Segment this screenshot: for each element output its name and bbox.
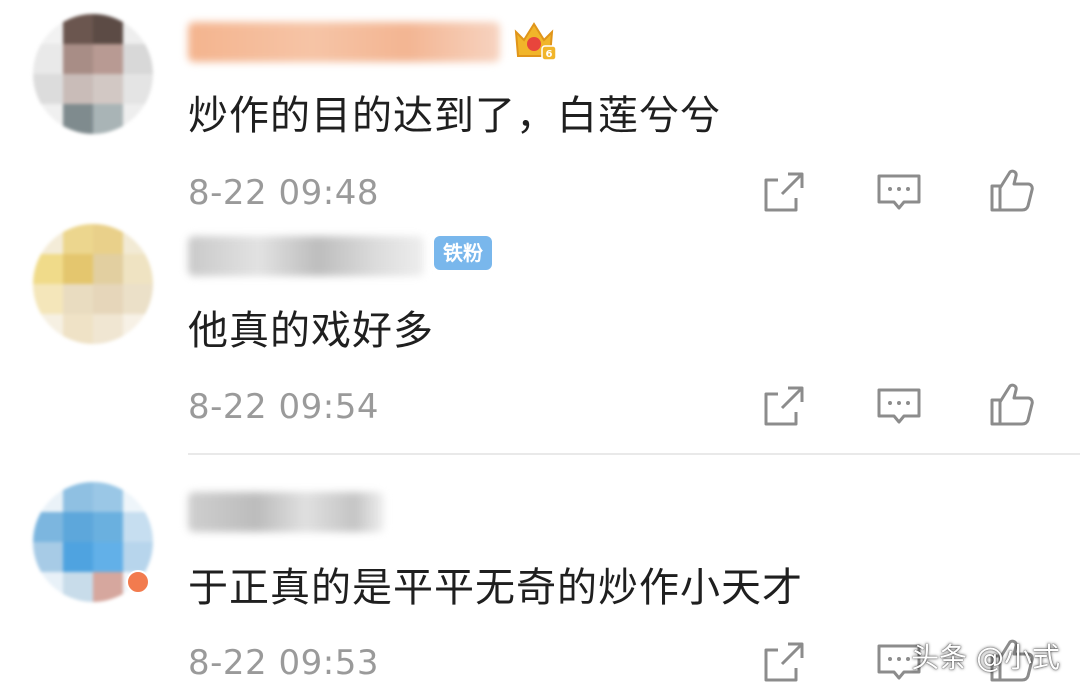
verified-badge (126, 570, 150, 594)
like-button[interactable] (988, 166, 1036, 214)
comment-text: 炒作的目的达到了，白莲兮兮 (188, 93, 721, 139)
timestamp: 8-22 09:48 (188, 173, 379, 213)
username-blurred[interactable] (188, 492, 384, 532)
reply-button[interactable] (875, 382, 923, 430)
like-icon (990, 383, 1034, 426)
username-blurred[interactable] (188, 236, 424, 276)
avatar[interactable] (33, 14, 153, 134)
like-icon (990, 169, 1034, 212)
share-icon (764, 172, 804, 212)
comment-text: 于正真的是平平无奇的炒作小天才 (188, 565, 803, 611)
share-button[interactable] (760, 382, 808, 430)
timestamp: 8-22 09:54 (188, 387, 379, 427)
username-blurred[interactable] (188, 22, 500, 62)
share-icon (764, 386, 804, 426)
comment-icon (877, 174, 921, 210)
crown-badge-icon: 6 (514, 22, 557, 61)
fans-badge: 铁粉 (434, 236, 492, 270)
svg-text:6: 6 (546, 49, 553, 60)
comment-text: 他真的戏好多 (188, 308, 434, 354)
reply-button[interactable] (875, 168, 923, 216)
divider (188, 453, 1080, 455)
share-icon (764, 642, 804, 682)
avatar[interactable] (33, 224, 153, 344)
like-button[interactable] (988, 380, 1036, 428)
watermark: 头条 @小式 (911, 641, 1060, 674)
timestamp: 8-22 09:53 (188, 643, 379, 683)
comment-icon (877, 388, 921, 424)
share-button[interactable] (760, 638, 808, 686)
share-button[interactable] (760, 168, 808, 216)
